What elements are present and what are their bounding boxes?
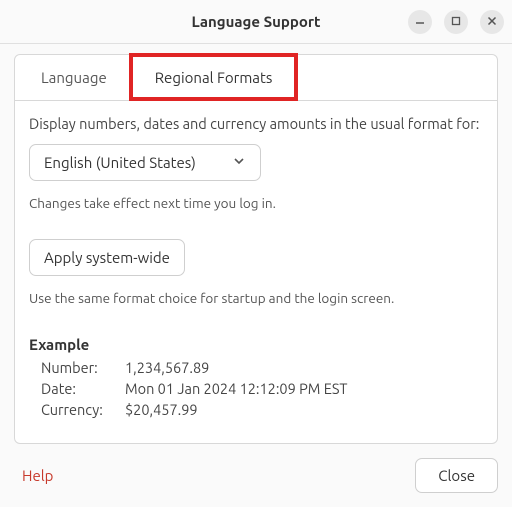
apply-system-wide-button[interactable]: Apply system-wide	[29, 239, 185, 276]
locale-selected-value: English (United States)	[44, 154, 196, 171]
format-prompt: Display numbers, dates and currency amou…	[29, 115, 483, 132]
maximize-button[interactable]	[444, 10, 468, 34]
locale-dropdown[interactable]: English (United States)	[29, 144, 261, 181]
login-note: Changes take effect next time you log in…	[29, 195, 483, 211]
example-currency-value: $20,457.99	[125, 401, 483, 418]
maximize-icon	[450, 13, 462, 31]
example-number-value: 1,234,567.89	[125, 359, 483, 376]
help-label: Help	[22, 467, 53, 484]
tab-regional-formats[interactable]: Regional Formats	[129, 53, 299, 101]
close-label: Close	[438, 467, 475, 484]
content-area: Language Regional Formats Display number…	[0, 44, 512, 444]
tab-frame: Language Regional Formats Display number…	[14, 54, 498, 444]
example-heading: Example	[29, 336, 483, 353]
minimize-button[interactable]	[408, 10, 432, 34]
language-support-window: Language Support Langua	[0, 0, 512, 507]
example-grid: Number: 1,234,567.89 Date: Mon 01 Jan 20…	[29, 359, 483, 418]
tab-language[interactable]: Language	[19, 55, 129, 100]
close-icon	[486, 13, 498, 31]
tab-language-label: Language	[41, 69, 107, 86]
apply-system-wide-label: Apply system-wide	[44, 249, 170, 266]
titlebar: Language Support	[0, 0, 512, 44]
window-controls	[408, 10, 504, 34]
dialog-footer: Help Close	[0, 444, 512, 507]
apply-note: Use the same format choice for startup a…	[29, 290, 483, 306]
close-window-button[interactable]	[480, 10, 504, 34]
window-title: Language Support	[191, 13, 320, 30]
example-currency-label: Currency:	[41, 401, 125, 418]
close-button[interactable]: Close	[415, 458, 498, 493]
tab-bar: Language Regional Formats	[15, 55, 497, 101]
minimize-icon	[414, 13, 426, 31]
example-date-label: Date:	[41, 380, 125, 397]
regional-formats-panel: Display numbers, dates and currency amou…	[15, 101, 497, 432]
example-number-label: Number:	[41, 359, 125, 376]
tab-regional-formats-label: Regional Formats	[155, 69, 273, 86]
example-date-value: Mon 01 Jan 2024 12:12:09 PM EST	[125, 380, 483, 397]
help-link[interactable]: Help	[22, 467, 53, 484]
chevron-down-icon	[232, 154, 246, 171]
